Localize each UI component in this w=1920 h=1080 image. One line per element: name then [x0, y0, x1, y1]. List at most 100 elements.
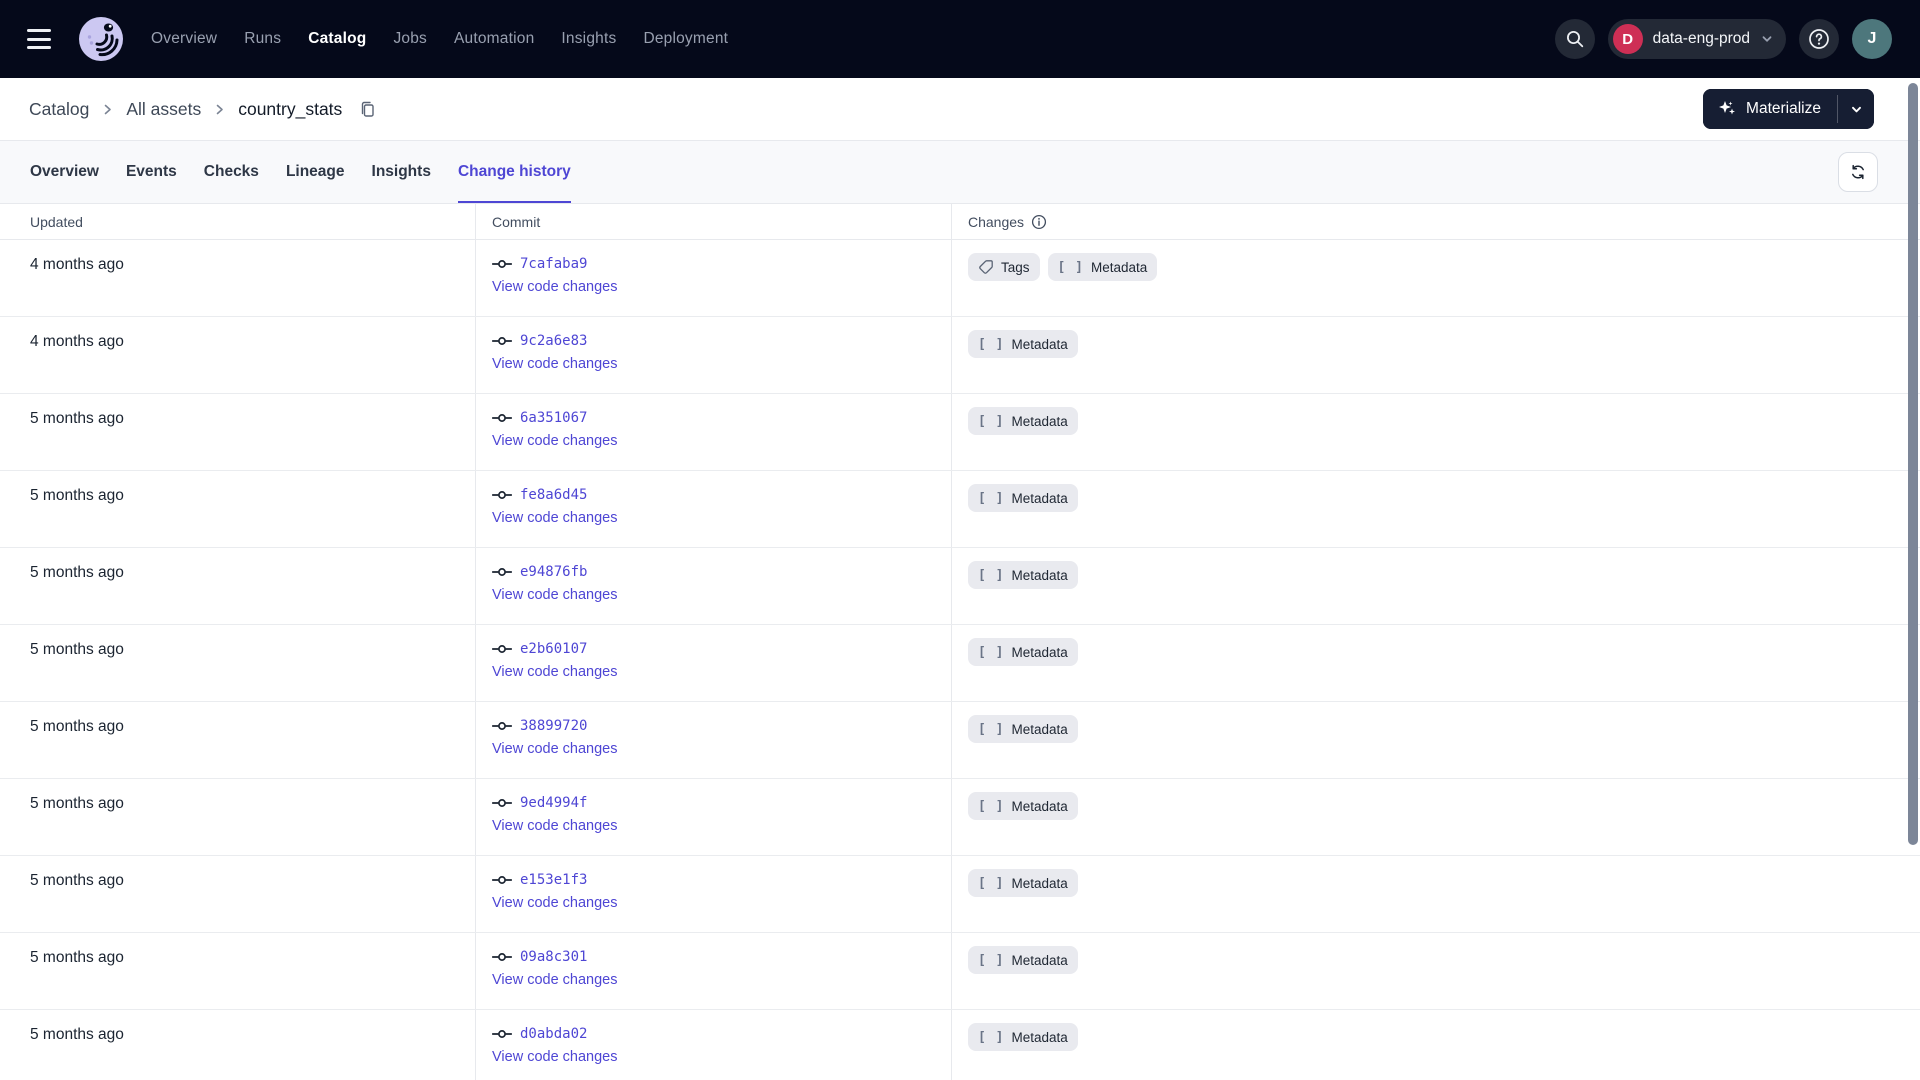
caret-down-icon [1850, 103, 1863, 116]
brackets-icon: [ ] [978, 567, 1005, 583]
view-code-changes-link[interactable]: View code changes [492, 818, 618, 834]
view-code-changes-link[interactable]: View code changes [492, 1049, 618, 1065]
nav-item-deployment[interactable]: Deployment [643, 30, 728, 48]
git-commit-icon [492, 951, 512, 963]
breadcrumb-all-assets[interactable]: All assets [126, 99, 201, 120]
commit-cell: e2b60107 View code changes [476, 625, 952, 701]
commit-link[interactable]: e94876fb [520, 564, 587, 580]
menu-icon[interactable] [27, 29, 51, 49]
refresh-icon [1849, 163, 1867, 181]
tab-insights[interactable]: Insights [372, 141, 431, 203]
asset-tabs-bar: Overview Events Checks Lineage Insights … [0, 141, 1920, 204]
nav-item-automation[interactable]: Automation [454, 30, 534, 48]
updated-cell: 5 months ago [0, 394, 476, 470]
view-code-changes-link[interactable]: View code changes [492, 972, 618, 988]
tab-events[interactable]: Events [126, 141, 177, 203]
refresh-button[interactable] [1838, 152, 1878, 192]
updated-cell: 5 months ago [0, 779, 476, 855]
table-row: 4 months ago 9c2a6e83 View code changes … [0, 317, 1920, 394]
breadcrumb-catalog[interactable]: Catalog [29, 99, 89, 120]
view-code-changes-link[interactable]: View code changes [492, 433, 618, 449]
tab-lineage[interactable]: Lineage [286, 141, 345, 203]
dagster-logo-icon[interactable] [76, 14, 126, 64]
commit-link[interactable]: 7cafaba9 [520, 256, 587, 272]
table-row: 5 months ago 09a8c301 View code changes … [0, 933, 1920, 1010]
search-icon [1565, 29, 1585, 49]
brackets-icon: [ ] [978, 644, 1005, 660]
commit-link[interactable]: e2b60107 [520, 641, 587, 657]
commit-cell: e153e1f3 View code changes [476, 856, 952, 932]
materialize-label: Materialize [1746, 100, 1821, 117]
metadata-badge: [ ] Metadata [968, 407, 1078, 435]
git-commit-icon [492, 874, 512, 886]
view-code-changes-link[interactable]: View code changes [492, 356, 618, 372]
brackets-icon: [ ] [978, 721, 1005, 737]
view-code-changes-link[interactable]: View code changes [492, 664, 618, 680]
nav-item-overview[interactable]: Overview [151, 30, 217, 48]
table-row: 5 months ago e2b60107 View code changes … [0, 625, 1920, 702]
commit-cell: d0abda02 View code changes [476, 1010, 952, 1080]
view-code-changes-link[interactable]: View code changes [492, 587, 618, 603]
materialize-dropdown-button[interactable] [1838, 89, 1874, 129]
nav-item-catalog[interactable]: Catalog [308, 30, 366, 48]
info-icon[interactable] [1031, 214, 1047, 230]
metadata-badge: [ ] Metadata [1047, 253, 1158, 281]
top-navigation: Overview Runs Catalog Jobs Automation In… [0, 0, 1920, 78]
materialize-button[interactable]: Materialize [1703, 89, 1837, 129]
tags-badge: Tags [968, 253, 1040, 281]
metadata-badge: [ ] Metadata [968, 792, 1078, 820]
commit-cell: 9c2a6e83 View code changes [476, 317, 952, 393]
commit-link[interactable]: 9c2a6e83 [520, 333, 587, 349]
table-row: 5 months ago e94876fb View code changes … [0, 548, 1920, 625]
nav-item-jobs[interactable]: Jobs [393, 30, 427, 48]
brackets-icon: [ ] [978, 413, 1005, 429]
tab-overview[interactable]: Overview [30, 141, 99, 203]
changes-cell: [ ] Metadata [952, 548, 1920, 624]
column-header-updated: Updated [0, 204, 476, 239]
brackets-icon: [ ] [978, 490, 1005, 506]
table-row: 5 months ago 38899720 View code changes … [0, 702, 1920, 779]
breadcrumb-bar: Catalog All assets country_stats Materia… [0, 78, 1920, 141]
changes-cell: [ ] Metadata [952, 1010, 1920, 1080]
commit-cell: 38899720 View code changes [476, 702, 952, 778]
view-code-changes-link[interactable]: View code changes [492, 741, 618, 757]
nav-item-runs[interactable]: Runs [244, 30, 281, 48]
changes-cell: [ ] Metadata [952, 471, 1920, 547]
help-button[interactable] [1799, 19, 1839, 59]
view-code-changes-link[interactable]: View code changes [492, 895, 618, 911]
view-code-changes-link[interactable]: View code changes [492, 510, 618, 526]
chevron-down-icon [1760, 32, 1774, 46]
brackets-icon: [ ] [978, 336, 1005, 352]
changes-cell: [ ] Metadata [952, 933, 1920, 1009]
updated-cell: 4 months ago [0, 317, 476, 393]
commit-link[interactable]: fe8a6d45 [520, 487, 587, 503]
git-commit-icon [492, 720, 512, 732]
main-nav: Overview Runs Catalog Jobs Automation In… [151, 30, 728, 48]
updated-cell: 5 months ago [0, 933, 476, 1009]
brackets-icon: [ ] [978, 1029, 1005, 1045]
brackets-icon: [ ] [978, 875, 1005, 891]
commit-link[interactable]: 9ed4994f [520, 795, 587, 811]
commit-link[interactable]: d0abda02 [520, 1026, 587, 1042]
tab-checks[interactable]: Checks [204, 141, 259, 203]
asset-name: country_stats [238, 98, 343, 119]
commit-link[interactable]: e153e1f3 [520, 872, 587, 888]
user-avatar[interactable]: J [1852, 19, 1892, 59]
nav-item-insights[interactable]: Insights [561, 30, 616, 48]
scrollbar-track [1906, 78, 1920, 1080]
copy-asset-name-button[interactable] [356, 98, 379, 121]
view-code-changes-link[interactable]: View code changes [492, 279, 618, 295]
deployment-switcher[interactable]: D data-eng-prod [1607, 19, 1786, 59]
search-button[interactable] [1554, 19, 1595, 59]
sparkles-icon [1717, 99, 1737, 119]
metadata-badge: [ ] Metadata [968, 330, 1078, 358]
commit-link[interactable]: 6a351067 [520, 410, 587, 426]
changes-cell: Tags [ ] Metadata [952, 240, 1920, 316]
scrollbar-thumb[interactable] [1908, 83, 1918, 845]
column-header-commit: Commit [476, 204, 952, 239]
git-commit-icon [492, 1028, 512, 1040]
commit-cell: fe8a6d45 View code changes [476, 471, 952, 547]
tab-change-history[interactable]: Change history [457, 141, 571, 203]
commit-link[interactable]: 09a8c301 [520, 949, 587, 965]
commit-link[interactable]: 38899720 [520, 718, 587, 734]
